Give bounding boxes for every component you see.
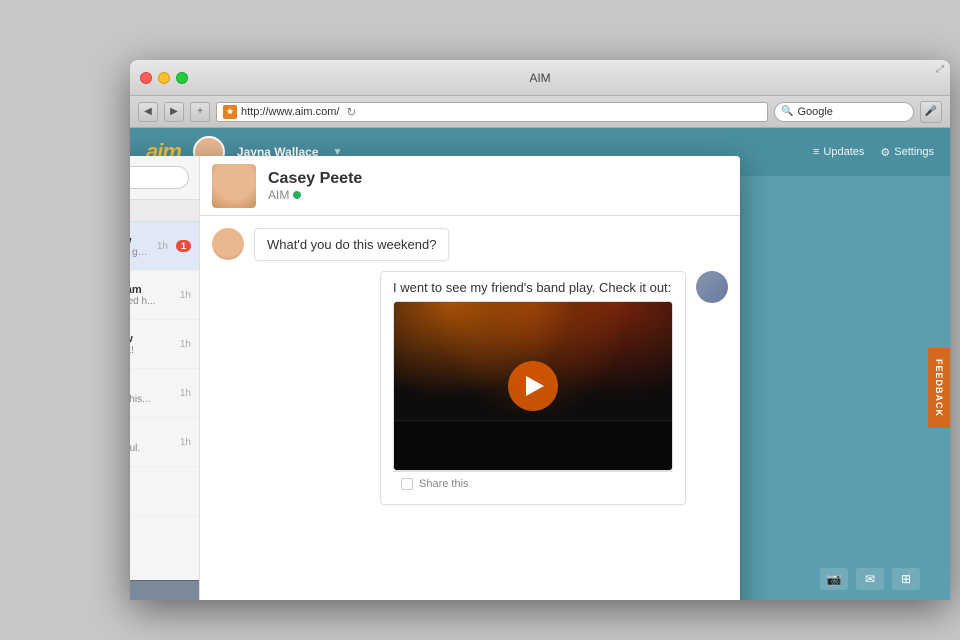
incoming-bubble: What'd you do this weekend?	[254, 228, 449, 261]
chat-list: 👥 👥 Lunch Crew Where should we go... 1h …	[130, 222, 199, 580]
sidebar: 🔍 Start or find a chat RECENT CHATS 👥 👥	[130, 156, 200, 600]
aim-bottom-icons: 📷 ✉ ⊞	[820, 568, 920, 590]
alex-preview: ↵ I smell wonderful.	[130, 443, 162, 454]
search-placeholder: Google	[797, 106, 832, 118]
internet-andrew-info: InternetAndrew ↵ I can't believe it!	[130, 333, 172, 356]
alex-time: 1h	[180, 437, 191, 448]
kickball-name: 👥 Kickball Team	[130, 284, 172, 296]
chat-item-kickball[interactable]: 👥 👥 Kickball Team what just happened h..…	[130, 271, 199, 320]
online-indicator	[293, 191, 301, 199]
casey-preview: ↵ what'd you do this...	[130, 394, 162, 405]
internet-andrew-name: InternetAndrew	[130, 333, 172, 345]
casey-name: Casey Peete	[130, 382, 172, 394]
share-bar[interactable]: Share this	[393, 471, 673, 496]
internet-andrew-preview: ↵ I can't believe it!	[130, 345, 162, 356]
aim-updates-button[interactable]: ≡ Updates	[813, 146, 864, 158]
video-embed[interactable]	[393, 301, 673, 471]
chat-item-alex[interactable]: Alex White ↵ I smell wonderful. 1h	[130, 418, 199, 467]
outgoing-bubble: I went to see my friend's band play. Che…	[380, 271, 686, 505]
incoming-avatar	[212, 228, 244, 260]
forward-button[interactable]: ▶	[164, 102, 184, 122]
lunch-crew-time: 1h	[157, 241, 168, 252]
kickball-info: 👥 Kickball Team what just happened h...	[130, 284, 172, 307]
play-triangle	[526, 376, 544, 396]
recent-chats-header: RECENT CHATS	[130, 200, 199, 222]
outgoing-avatar	[696, 271, 728, 303]
add-tab-button[interactable]: +	[190, 102, 210, 122]
url-bar[interactable]: ★ http://www.aim.com/ ↻	[216, 102, 768, 122]
favorites-section[interactable]: FAVORITES	[130, 580, 199, 600]
favicon: ★	[223, 105, 237, 119]
grid-icon-btn[interactable]: ⊞	[892, 568, 920, 590]
updates-label: Updates	[823, 146, 864, 158]
search-glass-icon: 🔍	[781, 106, 793, 117]
sidebar-search-area: 🔍 Start or find a chat	[130, 156, 199, 200]
camera-icon-btn[interactable]: 📷	[820, 568, 848, 590]
lunch-crew-name: 👥 Lunch Crew	[130, 235, 149, 247]
feedback-tab[interactable]: FEEDBACK	[928, 348, 950, 428]
chat-header-avatar	[212, 164, 256, 208]
refresh-button[interactable]: ↻	[343, 104, 359, 120]
chat-messages: What'd you do this weekend? I went to se…	[200, 216, 740, 600]
camera-button[interactable]: 🎤	[920, 101, 942, 123]
chat-panel: Casey Peete AIM What'd you do this weeke…	[200, 156, 740, 600]
search-input-wrap[interactable]: 🔍 Start or find a chat	[130, 166, 189, 189]
lunch-crew-preview: Where should we go...	[130, 247, 149, 258]
back-button[interactable]: ◀	[138, 102, 158, 122]
browser-window: AIM ⤢ ◀ ▶ + ★ http://www.aim.com/ ↻ 🔍 Go…	[130, 60, 950, 600]
share-label: Share this	[419, 478, 469, 490]
browser-content: aim Jayna Wallace ▼ ≡ Updates ⚙ Settings…	[130, 128, 950, 600]
chat-header-info: Casey Peete AIM	[268, 170, 728, 202]
alex-name: Alex White	[130, 431, 172, 443]
browser-title: AIM	[529, 71, 550, 85]
chat-item-internet-andrew[interactable]: InternetAndrew ↵ I can't believe it! 1h	[130, 320, 199, 369]
internet-andrew-time: 1h	[180, 339, 191, 350]
settings-label: Settings	[894, 146, 934, 158]
url-text: http://www.aim.com/	[241, 106, 339, 118]
lunch-crew-badge: 1	[176, 240, 191, 252]
video-crowd	[394, 420, 672, 470]
mail-icon-btn[interactable]: ✉	[856, 568, 884, 590]
close-button[interactable]	[140, 72, 152, 84]
casey-time: 1h	[180, 388, 191, 399]
share-checkbox	[401, 478, 413, 490]
chat-overlay: 🔍 Start or find a chat RECENT CHATS 👥 👥	[130, 156, 740, 600]
browser-titlebar: AIM ⤢	[130, 60, 950, 96]
search-bar[interactable]: 🔍 Google	[774, 102, 914, 122]
resize-icon: ⤢	[936, 64, 944, 75]
incoming-message-row: What'd you do this weekend?	[212, 228, 728, 261]
chat-header-name: Casey Peete	[268, 170, 728, 188]
itsdarien-info: ItsDarien	[130, 485, 191, 497]
browser-toolbar: ◀ ▶ + ★ http://www.aim.com/ ↻ 🔍 Google 🎤	[130, 96, 950, 128]
maximize-button[interactable]	[176, 72, 188, 84]
chat-item-itsdarien[interactable]: ItsDarien	[130, 467, 199, 516]
kickball-time: 1h	[180, 290, 191, 301]
minimize-button[interactable]	[158, 72, 170, 84]
aim-settings-button[interactable]: ⚙ Settings	[880, 146, 934, 159]
chat-item-lunch-crew[interactable]: 👥 👥 Lunch Crew Where should we go... 1h …	[130, 222, 199, 271]
play-button[interactable]	[508, 361, 558, 411]
lunch-crew-info: 👥 Lunch Crew Where should we go...	[130, 235, 149, 258]
settings-icon: ⚙	[880, 146, 890, 159]
outgoing-message-row: I went to see my friend's band play. Che…	[380, 271, 728, 505]
aim-right-controls: ≡ Updates ⚙ Settings	[813, 146, 934, 159]
itsdarien-name: ItsDarien	[130, 485, 191, 497]
updates-icon: ≡	[813, 146, 819, 158]
contact-status-text: AIM	[268, 188, 289, 202]
chat-item-casey[interactable]: Casey Peete ↵ what'd you do this... 1h	[130, 369, 199, 418]
chat-header: Casey Peete AIM	[200, 156, 740, 216]
kickball-preview: what just happened h...	[130, 296, 162, 307]
chat-header-status: AIM	[268, 188, 728, 202]
alex-info: Alex White ↵ I smell wonderful.	[130, 431, 172, 454]
casey-info: Casey Peete ↵ what'd you do this...	[130, 382, 172, 405]
feedback-label: FEEDBACK	[934, 359, 944, 417]
